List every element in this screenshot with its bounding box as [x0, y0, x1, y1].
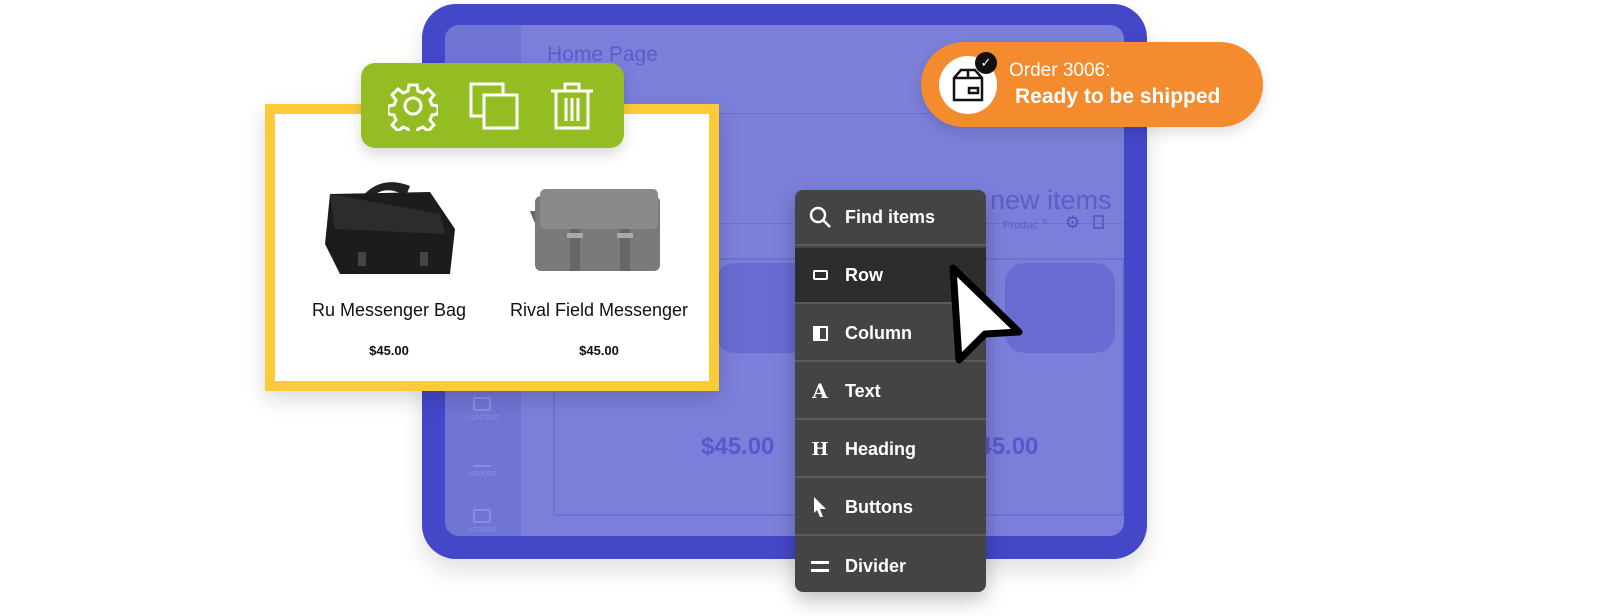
menu-item-label: Find items	[845, 206, 936, 227]
menu-item-divider[interactable]: Divider	[795, 538, 986, 592]
duplicate-icon[interactable]	[468, 81, 520, 131]
stores-icon	[473, 509, 491, 523]
menu-item-text[interactable]: A Text	[795, 364, 986, 420]
heading-icon: H	[811, 438, 829, 460]
search-icon	[795, 205, 845, 229]
package-icon	[952, 68, 984, 102]
product-name[interactable]: Rival Field Messenger	[489, 300, 709, 321]
duplicate-icon[interactable]	[1093, 215, 1104, 229]
menu-item-buttons[interactable]: Buttons	[795, 480, 986, 536]
gear-icon[interactable]	[388, 81, 438, 131]
block-action-bar	[361, 63, 624, 148]
insert-menu: Find items Row Column A Text H Heading B…	[795, 190, 986, 592]
menu-item-label: Row	[845, 264, 883, 285]
divider-icon	[795, 560, 845, 572]
pointer-icon	[795, 496, 845, 518]
gear-icon[interactable]: ⚙	[1065, 213, 1080, 233]
product-price: $45.00	[369, 343, 409, 358]
product-image-rival-field-messenger	[530, 189, 660, 271]
trash-icon[interactable]	[549, 81, 595, 131]
product-image-ru-messenger-bag	[325, 182, 455, 274]
check-icon: ✓	[975, 52, 997, 74]
menu-item-label: Divider	[845, 555, 907, 576]
column-icon	[795, 325, 845, 341]
row-icon	[795, 270, 845, 280]
text-icon: A	[812, 379, 828, 403]
menu-item-label: Heading	[845, 438, 917, 459]
menu-item-label: Buttons	[845, 496, 913, 517]
menu-item-find-items[interactable]: Find items	[795, 190, 986, 246]
product-name[interactable]: Ru Messenger Bag	[279, 300, 499, 321]
menu-item-label: Column	[845, 322, 912, 343]
cursor-arrow-icon	[949, 264, 1023, 364]
products-label: Produc 's	[1003, 216, 1047, 232]
package-check-icon: ✓	[939, 52, 997, 114]
products-label-text: Produc	[1003, 219, 1038, 232]
order-number: Order 3006:	[1009, 60, 1111, 81]
section-heading: new items	[990, 185, 1112, 215]
sidebar-item-stores[interactable]: STORES	[445, 527, 521, 534]
product-price: $45.00	[579, 343, 619, 358]
sidebar-item-content[interactable]: CONTENT	[445, 415, 521, 422]
report-icon	[473, 453, 491, 467]
sidebar-item-report[interactable]: REPORT	[445, 471, 521, 478]
content-icon	[473, 397, 491, 411]
menu-item-heading[interactable]: H Heading	[795, 422, 986, 478]
product-price: $45.00	[701, 433, 775, 460]
order-status: Ready to be shipped	[1015, 85, 1221, 108]
order-notification[interactable]: ✓ Order 3006: Ready to be shipped	[921, 42, 1263, 127]
menu-item-label: Text	[845, 380, 881, 401]
products-label-suffix: 's	[1040, 216, 1048, 226]
